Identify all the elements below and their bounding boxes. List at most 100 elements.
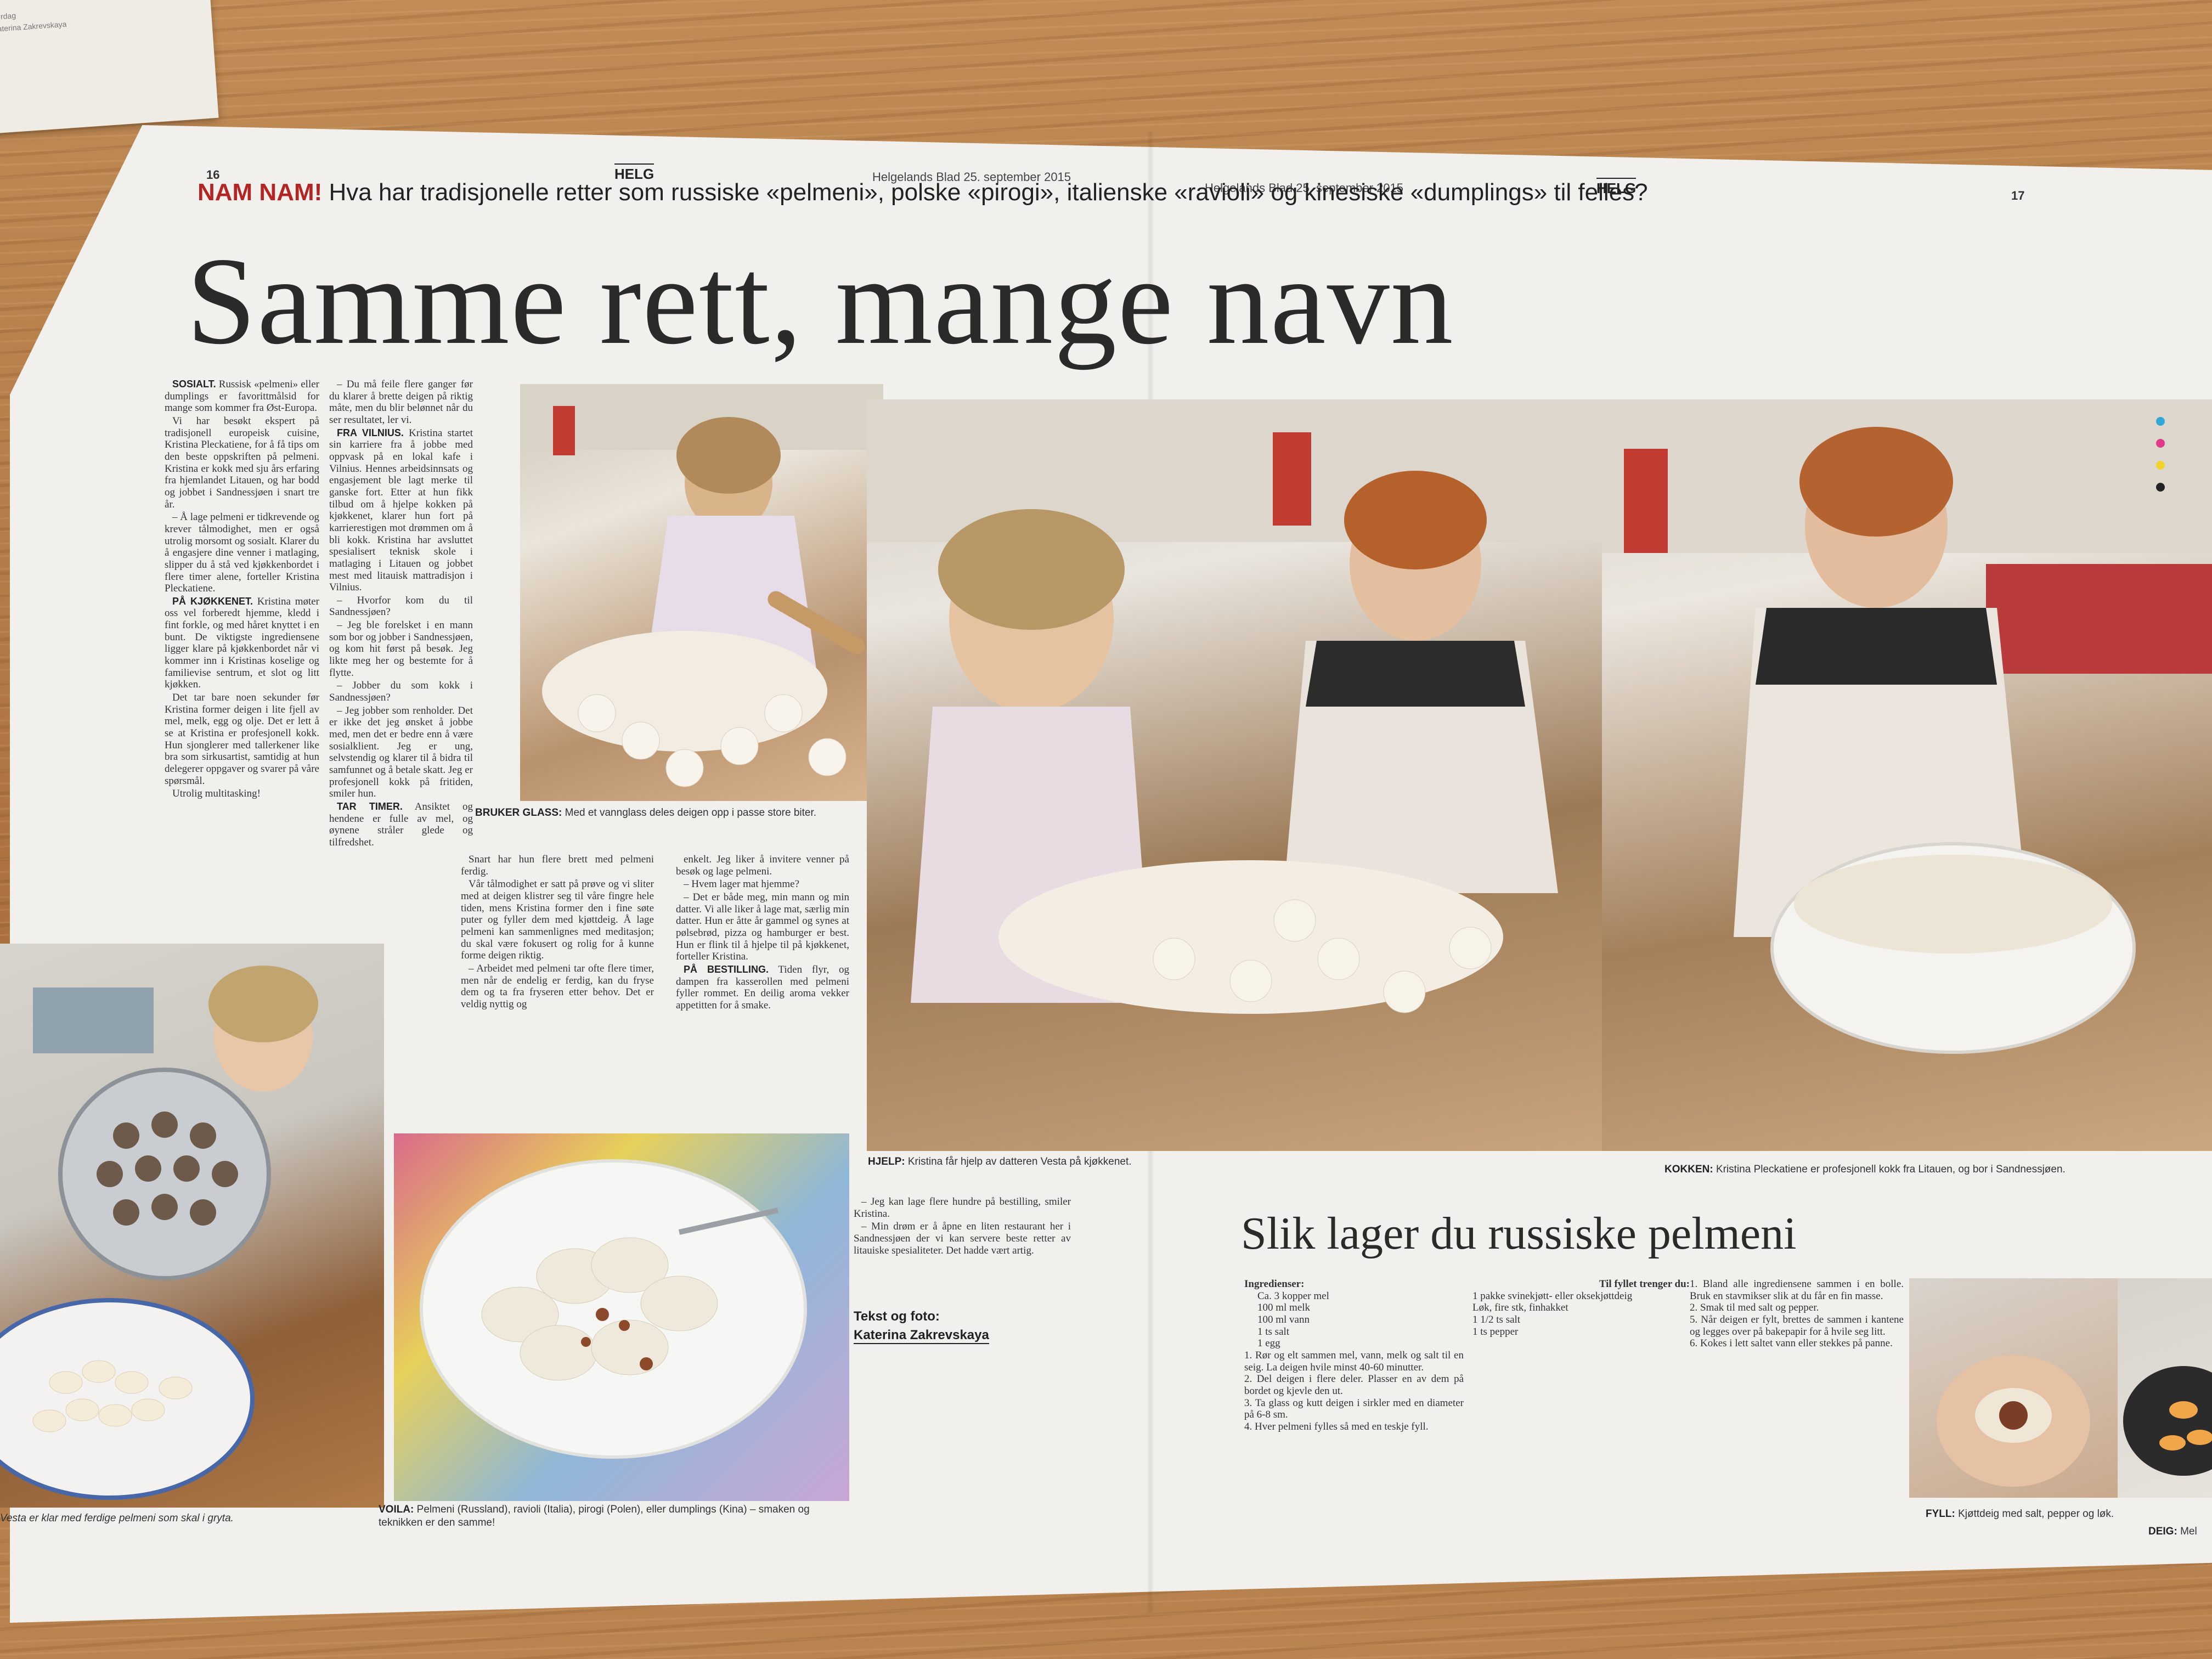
article-paragraph: Vår tålmodighet er satt på prøve og vi s… xyxy=(461,878,654,962)
ingredient-item: 1 egg xyxy=(1257,1338,1280,1350)
caption-hjelp: HJELP: Kristina får hjelp av datteren Ve… xyxy=(868,1155,1285,1169)
recipe-step: 2. Smak til med salt og pepper. xyxy=(1690,1302,1819,1314)
ingredient-item: Ca. 3 kopper mel xyxy=(1257,1290,1329,1302)
recipe-column-1: Ingredienser: Ca. 3 kopper mel 100 ml mel… xyxy=(1244,1278,1464,1433)
recipe-column-2: Til fyllet trenger du: 1 pakke svinekjøt… xyxy=(1459,1278,1690,1338)
recipe-step: 4. Hver pelmeni fylles så med en teskje … xyxy=(1244,1420,1429,1432)
photo-vesta-pelmeni-mold xyxy=(0,944,384,1508)
article-paragraph: Utrolig multitasking! xyxy=(165,788,319,800)
caption-kokken-label: KOKKEN: xyxy=(1664,1164,1713,1175)
caption-glass: BRUKER GLASS: Med et vannglass deles dei… xyxy=(475,806,892,820)
ingredient-item: 1 ts salt xyxy=(1257,1325,1290,1338)
paragraph-text: – Hvorfor kom du til Sandnessjøen? xyxy=(329,594,473,618)
filling-item: 1 pakke svinekjøtt- eller oksekjøttdeig xyxy=(1472,1290,1633,1302)
article-paragraph: – Det er både meg, min mann og min datte… xyxy=(676,891,849,963)
byline-name: Katerina Zakrevskaya xyxy=(854,1328,989,1344)
paragraph-text: – Du må feile flere ganger før du klarer… xyxy=(329,379,473,426)
photo-kristina-and-vesta xyxy=(867,399,1635,1151)
filling-item: Løk, fire stk, finhakket xyxy=(1472,1302,1568,1314)
article-paragraph: Snart har hun flere brett med pelmeni fe… xyxy=(461,854,654,877)
recipe-step: 2. Del deigen i flere deler. Plasser en … xyxy=(1244,1373,1464,1397)
article-paragraph: Det tar bare noen sekunder før Kristina … xyxy=(165,692,319,787)
paragraph-text: Snart har hun flere brett med pelmeni fe… xyxy=(461,854,654,877)
recipe-step: 6. Kokes i lett saltet vann eller stekke… xyxy=(1690,1338,1893,1350)
paragraph-lead: PÅ KJØKKENET. xyxy=(172,595,253,607)
article-paragraph: – Jeg ble forelsket i en mann som bor og… xyxy=(329,619,473,679)
paragraph-text: Kristina startet sin karriere fra å jobb… xyxy=(329,427,473,594)
filling-list: 1 pakke svinekjøtt- eller oksekjøttdeig L… xyxy=(1459,1290,1690,1338)
filling-item: 1 ts pepper xyxy=(1472,1325,1519,1338)
paragraph-text: Kristina møter oss vel forberedt hjemme,… xyxy=(165,595,320,691)
caption-deig: DEIG: Mel xyxy=(2148,1525,2212,1538)
ingredient-item: 100 ml melk xyxy=(1257,1302,1311,1314)
paragraph-text: – Jeg jobber som renholder. Det er ikke … xyxy=(329,704,473,800)
article-paragraph: TAR TIMER. Ansiktet og hendene er fulle … xyxy=(329,801,473,849)
article-paragraph: – Min drøm er å åpne en liten restaurant… xyxy=(854,1221,1071,1256)
paragraph-text: – Jeg kan lage flere hundre på bestillin… xyxy=(854,1196,1071,1220)
registration-dot xyxy=(2156,417,2165,426)
article-paragraph: SOSIALT. Russisk «pelmeni» eller dumplin… xyxy=(165,379,319,414)
paragraph-text: Vi har besøkt ekspert på tradisjonell eu… xyxy=(165,415,319,510)
article-paragraph: – Du må feile flere ganger før du klarer… xyxy=(329,379,473,426)
caption-glass-text: Med et vannglass deles deigen opp i pass… xyxy=(565,807,817,819)
article-paragraph: Vi har besøkt ekspert på tradisjonell eu… xyxy=(165,415,319,510)
paragraph-text: Det tar bare noen sekunder før Kristina … xyxy=(165,692,319,787)
photo-kristina-mixing xyxy=(1602,399,2212,1151)
ingredients-list: Ca. 3 kopper mel 100 ml melk 100 ml vann 1 … xyxy=(1244,1290,1464,1350)
article-paragraph: – Jeg jobber som renholder. Det er ikke … xyxy=(329,705,473,800)
paragraph-text: – Det er både meg, min mann og min datte… xyxy=(676,891,849,963)
kicker-label: NAM NAM! xyxy=(198,179,323,206)
article-paragraph: – Hvorfor kom du til Sandnessjøen? xyxy=(329,595,473,618)
filling-item: 1 1/2 ts salt xyxy=(1472,1313,1521,1325)
caption-voila-label: VOILA: xyxy=(379,1504,414,1515)
article-column-1: SOSIALT. Russisk «pelmeni» eller dumplin… xyxy=(165,379,319,801)
recipe-steps-a: 1. Rør og elt sammen mel, vann, melk og … xyxy=(1244,1350,1464,1433)
paragraph-text: – Å lage pelmeni er tidkrevende og kreve… xyxy=(165,511,320,595)
caption-deig-text: Mel xyxy=(2180,1526,2197,1537)
filling-label: Til fyllet trenger du: xyxy=(1599,1278,1690,1290)
article-paragraph: – Jobber du som kokk i Sandnessjøen? xyxy=(329,680,473,703)
recipe-column-3: 1. Bland alle ingrediensene sammen i en … xyxy=(1690,1278,1904,1350)
caption-voila: VOILA: Pelmeni (Russland), ravioli (Ital… xyxy=(379,1503,850,1530)
article-paragraph: PÅ KJØKKENET. Kristina møter oss vel for… xyxy=(165,596,319,691)
article-paragraph: – Jeg kan lage flere hundre på bestillin… xyxy=(854,1196,1071,1220)
article-paragraph: enkelt. Jeg liker å invitere venner på b… xyxy=(676,854,849,877)
recipe-step: 3. Ta glass og kutt deigen i sirkler med… xyxy=(1244,1397,1464,1421)
article-column-5: – Jeg kan lage flere hundre på bestillin… xyxy=(854,1196,1071,1257)
caption-deig-label: DEIG: xyxy=(2148,1526,2177,1537)
recipe-title: Slik lager du russiske pelmeni xyxy=(1241,1208,1797,1259)
caption-vesta: Vesta er klar med ferdige pelmeni som sk… xyxy=(0,1513,234,1524)
article-paragraph: FRA VILNIUS. Kristina startet sin karrie… xyxy=(329,427,473,594)
caption-fyll-label: FYLL: xyxy=(1926,1508,1955,1520)
paragraph-text: – Min drøm er å åpne en liten restaurant… xyxy=(854,1221,1071,1256)
article-paragraph: – Å lage pelmeni er tidkrevende og kreve… xyxy=(165,511,319,595)
headline: Samme rett, mange navn xyxy=(187,232,1454,370)
caption-fyll-text: Kjøttdeig med salt, pepper og løk. xyxy=(1958,1508,2114,1520)
caption-fyll: FYLL: Kjøttdeig med salt, pepper og løk. xyxy=(1926,1508,2123,1521)
ingredients-label: Ingredienser: xyxy=(1244,1278,1305,1290)
paragraph-text: – Arbeidet med pelmeni tar ofte flere ti… xyxy=(461,962,654,1010)
paragraph-text: – Jeg ble forelsket i en mann som bor og… xyxy=(329,619,473,679)
registration-dot xyxy=(2156,439,2165,448)
caption-kokken: KOKKEN: Kristina Pleckatiene er profesjo… xyxy=(1664,1163,2202,1176)
paragraph-lead: PÅ BESTILLING. xyxy=(684,963,769,975)
article-paragraph: – Arbeidet med pelmeni tar ofte flere ti… xyxy=(461,963,654,1011)
article-column-3: Snart har hun flere brett med pelmeni fe… xyxy=(461,854,654,1012)
photo-filling xyxy=(1909,1278,2118,1498)
article-paragraph: – Hvem lager mat hjemme? xyxy=(676,878,849,890)
kicker: NAM NAM! Hva har tradisjonelle retter so… xyxy=(198,179,1953,206)
paragraph-text: – Hvem lager mat hjemme? xyxy=(684,878,800,890)
paragraph-text: – Jobber du som kokk i Sandnessjøen? xyxy=(329,680,473,704)
paragraph-lead: FRA VILNIUS. xyxy=(337,427,404,438)
newspaper-scrap: Lørdag Katerina Zakrevskaya xyxy=(0,0,219,134)
paragraph-text: Utrolig multitasking! xyxy=(172,788,261,800)
article-column-4: enkelt. Jeg liker å invitere venner på b… xyxy=(676,854,849,1013)
recipe-steps-b: 1. Bland alle ingrediensene sammen i en … xyxy=(1690,1278,1904,1350)
article-column-2: – Du må feile flere ganger før du klarer… xyxy=(329,379,473,850)
caption-hjelp-label: HJELP: xyxy=(868,1156,905,1167)
photo-girl-rolling-dough xyxy=(520,384,883,801)
caption-hjelp-text: Kristina får hjelp av datteren Vesta på … xyxy=(907,1156,1132,1167)
registration-dot xyxy=(2156,461,2165,470)
caption-kokken-text: Kristina Pleckatiene er profesjonell kok… xyxy=(1716,1164,2066,1175)
registration-dot xyxy=(2156,483,2165,492)
